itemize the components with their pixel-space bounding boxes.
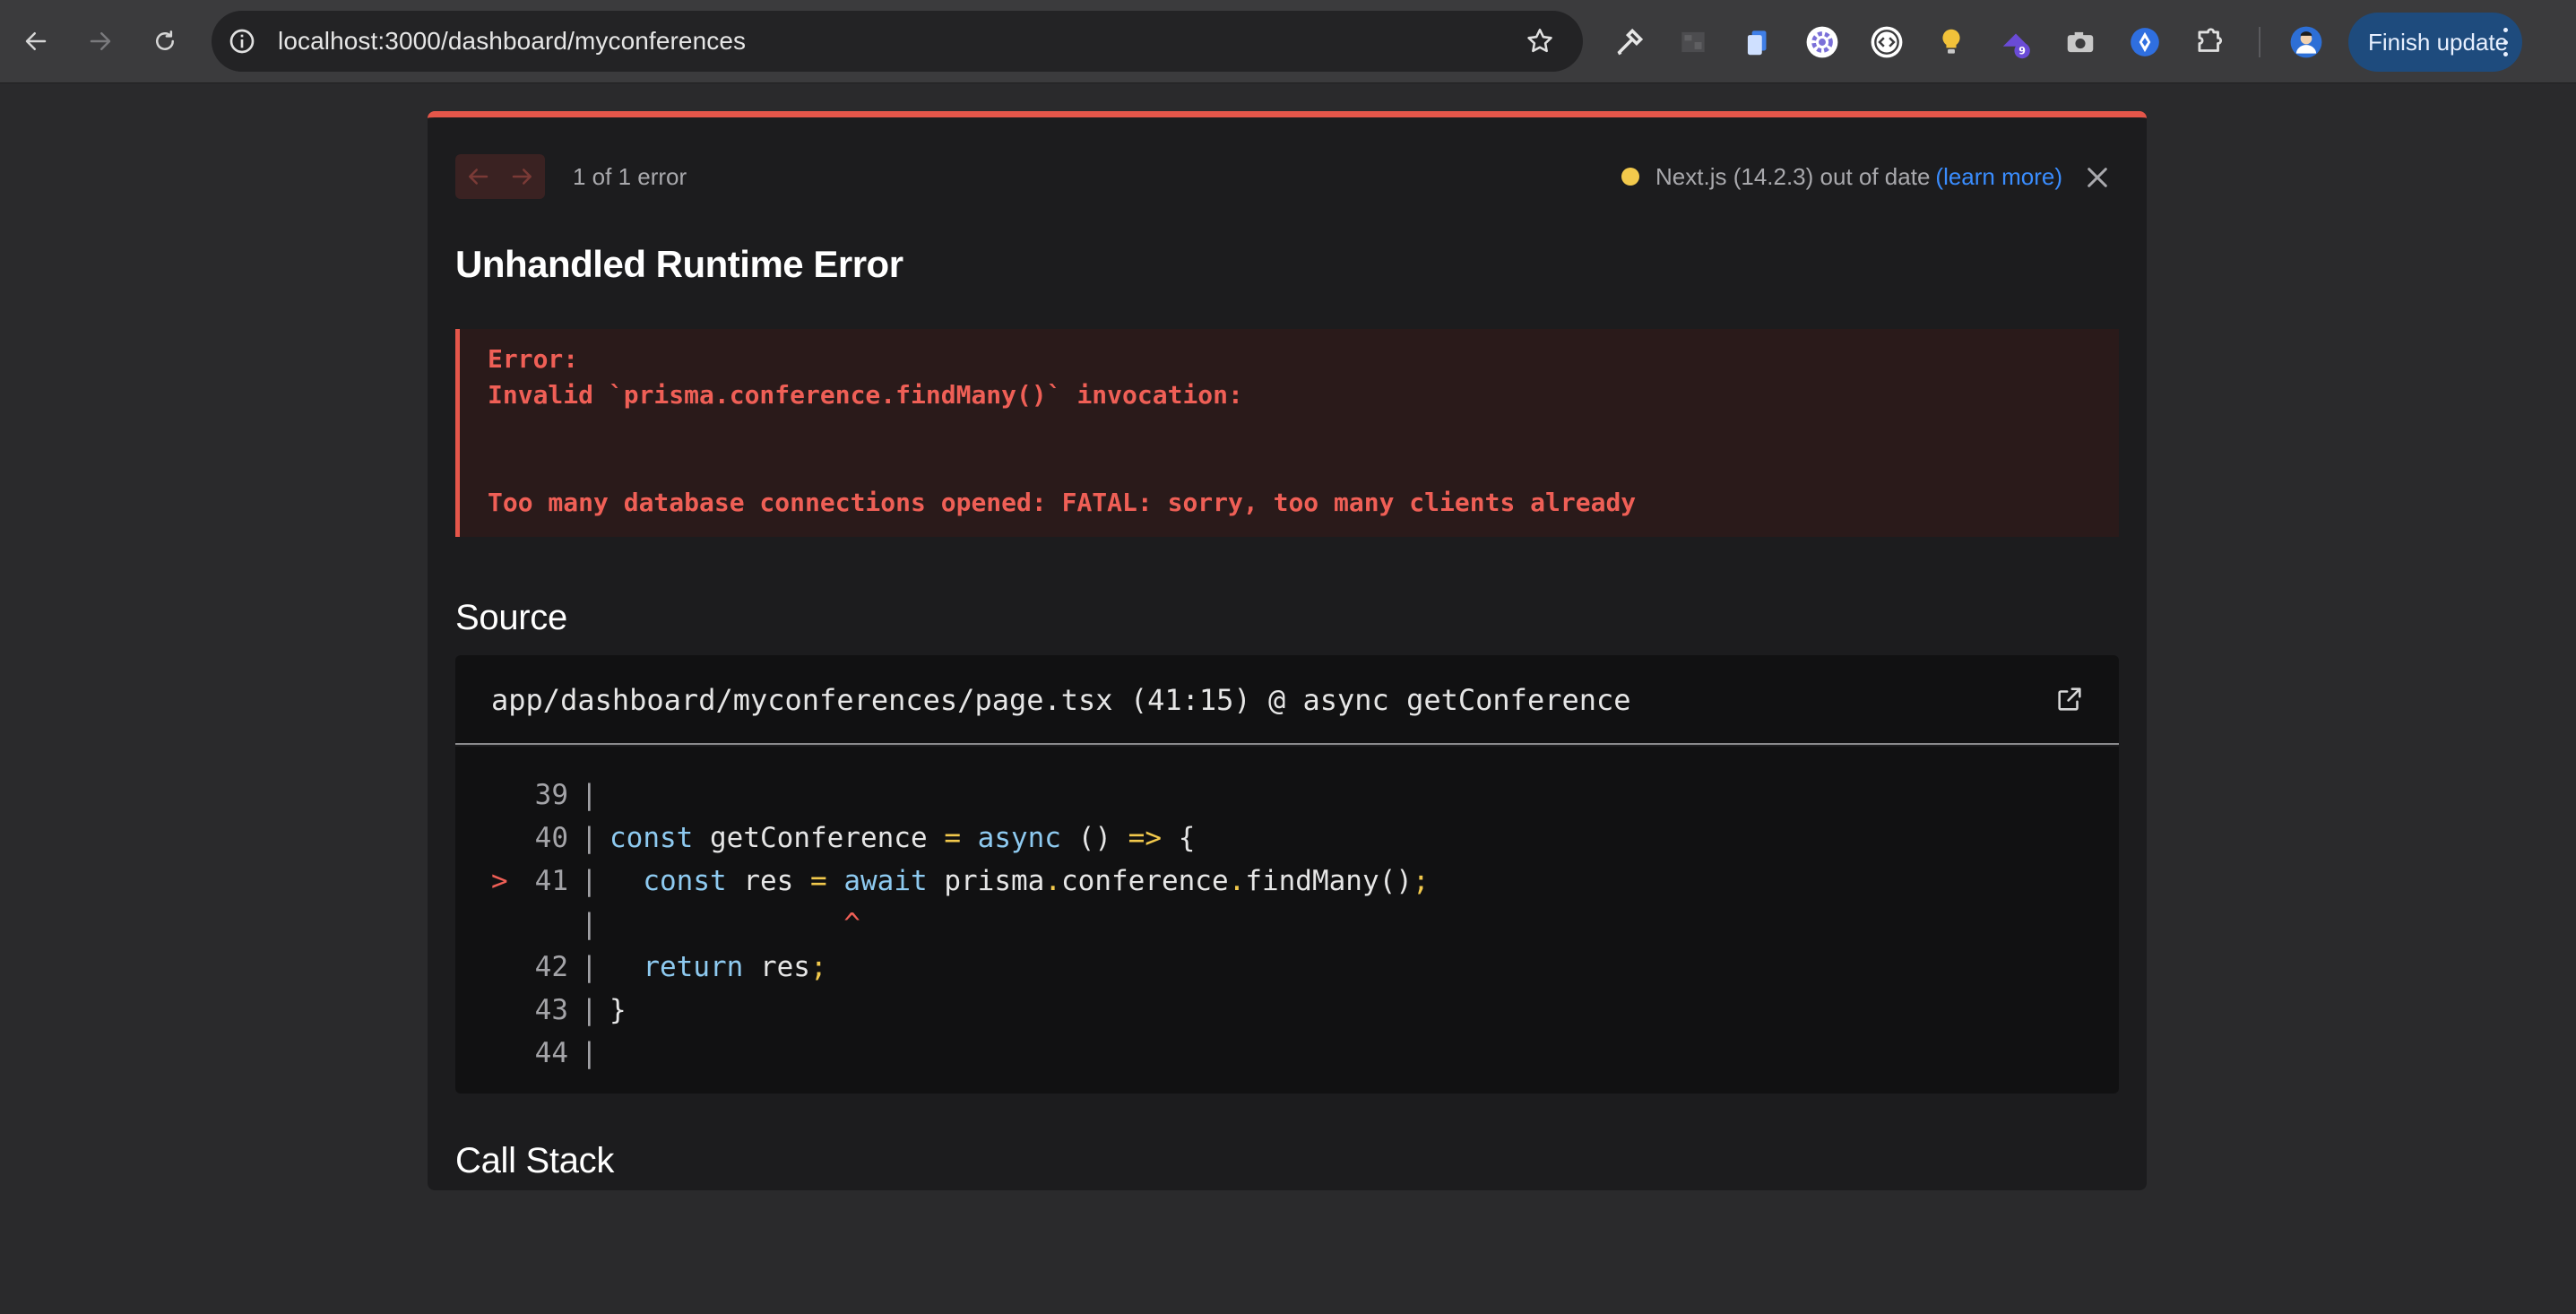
status-dot-icon bbox=[1621, 168, 1640, 186]
lightbulb-icon[interactable] bbox=[1932, 23, 1970, 61]
code-line: 43 |} bbox=[455, 989, 2119, 1032]
error-line: Too many database connections opened: FA… bbox=[488, 488, 1637, 517]
url-text[interactable]: localhost:3000/dashboard/myconferences bbox=[278, 11, 746, 72]
gutter-bar: | bbox=[581, 865, 598, 897]
error-title: Unhandled Runtime Error bbox=[455, 243, 903, 285]
more-vert-icon[interactable] bbox=[2501, 28, 2510, 56]
hat-icon[interactable]: 9 bbox=[1997, 23, 2035, 61]
code-line: 42 | return res; bbox=[455, 946, 2119, 989]
gear-icon[interactable] bbox=[1803, 23, 1841, 61]
diamond-icon[interactable] bbox=[2126, 23, 2164, 61]
code-line: >41 | const res = await prisma.conference… bbox=[455, 860, 2119, 903]
code-line: 44 | bbox=[455, 1032, 2119, 1075]
error-pager bbox=[455, 154, 545, 199]
copy-icon[interactable] bbox=[1739, 23, 1776, 61]
profile-avatar[interactable] bbox=[2287, 23, 2325, 61]
gutter-bar: | bbox=[581, 822, 598, 854]
site-info-icon[interactable] bbox=[224, 23, 260, 59]
close-overlay-button[interactable] bbox=[2082, 162, 2113, 193]
source-heading: Source bbox=[455, 598, 567, 637]
line-number: 39 bbox=[534, 779, 568, 811]
right-arrow-icon bbox=[512, 169, 532, 185]
bookmark-star-icon[interactable] bbox=[1524, 25, 1556, 57]
error-overlay: 1 of 1 error Next.js (14.2.3) out of dat… bbox=[428, 111, 2147, 1190]
error-count: 1 of 1 error bbox=[573, 163, 687, 190]
code-icon[interactable] bbox=[1868, 23, 1906, 61]
error-line bbox=[488, 413, 2119, 449]
code-source: return res; bbox=[643, 951, 827, 983]
finish-update-button[interactable]: Finish update bbox=[2348, 13, 2522, 72]
next-error-button[interactable] bbox=[500, 154, 545, 199]
code-source: ^ bbox=[843, 908, 860, 940]
extension-icon[interactable] bbox=[1674, 23, 1712, 61]
line-number: 44 bbox=[534, 1037, 568, 1069]
gutter-bar: | bbox=[581, 779, 598, 811]
version-text: Next.js (14.2.3) out of date bbox=[1655, 163, 1931, 190]
learn-more-link[interactable]: (learn more) bbox=[1935, 157, 2062, 196]
code-source: const getConference = async () => { bbox=[609, 822, 1196, 854]
source-file-path[interactable]: app/dashboard/myconferences/page.tsx (41… bbox=[491, 655, 1631, 745]
code-source: const res = await prisma.conference.find… bbox=[643, 865, 1430, 897]
camera-icon[interactable] bbox=[2062, 23, 2099, 61]
close-icon bbox=[2088, 168, 2107, 187]
extension-badge: 9 bbox=[2018, 45, 2026, 56]
left-arrow-icon bbox=[469, 169, 488, 185]
code-line: 40 | const getConference = async () => { bbox=[455, 817, 2119, 860]
gutter-bar: | bbox=[581, 994, 598, 1026]
gutter-bar: | bbox=[581, 908, 598, 940]
address-bar[interactable]: localhost:3000/dashboard/myconferences bbox=[212, 11, 1583, 72]
source-file-header: app/dashboard/myconferences/page.tsx (41… bbox=[455, 655, 2119, 745]
puzzle-icon[interactable] bbox=[2191, 23, 2228, 61]
error-line bbox=[488, 449, 2119, 485]
code-line: 39 | bbox=[455, 774, 2119, 817]
back-arrow-icon bbox=[25, 32, 47, 50]
reload-icon bbox=[156, 30, 174, 50]
error-line: Invalid `prisma.conference.findMany()` i… bbox=[488, 380, 1243, 410]
prev-error-button[interactable] bbox=[455, 154, 500, 199]
code-frame: 39 | 40 | const getConference = async () => … bbox=[455, 747, 2119, 1094]
forward-arrow-icon bbox=[90, 32, 111, 50]
reload-button[interactable] bbox=[143, 20, 186, 63]
open-in-editor-icon[interactable] bbox=[2054, 684, 2085, 714]
finish-update-label: Finish update bbox=[2368, 28, 2509, 56]
error-line: Error: bbox=[488, 344, 579, 374]
line-number: 42 bbox=[534, 951, 568, 983]
back-button[interactable] bbox=[14, 20, 57, 63]
code-line: | ^ bbox=[455, 903, 2119, 946]
gutter-bar: | bbox=[581, 951, 598, 983]
toolbar-divider bbox=[2259, 27, 2260, 57]
nextjs-version-notice: Next.js (14.2.3) out of date (learn more… bbox=[1621, 157, 2062, 196]
line-number: 40 bbox=[534, 822, 568, 854]
line-number: 41 bbox=[534, 865, 568, 897]
code-source: } bbox=[609, 994, 627, 1026]
error-message: Error: Invalid `prisma.conference.findMan… bbox=[455, 329, 2119, 537]
browser-toolbar: localhost:3000/dashboard/myconferences 9… bbox=[0, 0, 2576, 83]
eyedropper-icon[interactable] bbox=[1611, 23, 1648, 61]
line-number: 43 bbox=[534, 994, 568, 1026]
gutter-bar: | bbox=[581, 1037, 598, 1069]
forward-button[interactable] bbox=[79, 20, 122, 63]
error-line-marker: > bbox=[491, 865, 508, 897]
call-stack-heading: Call Stack bbox=[455, 1141, 615, 1180]
